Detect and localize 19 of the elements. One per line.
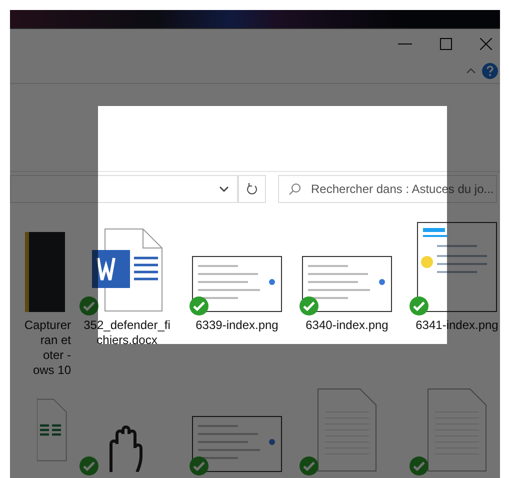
file-name: 6340-index.png (306, 318, 388, 333)
help-icon[interactable] (482, 62, 498, 78)
text-file-icon (427, 388, 487, 472)
file-name: 6339-index.png (196, 318, 278, 333)
text-file-icon (317, 388, 377, 472)
refresh-button[interactable] (238, 175, 266, 203)
search-icon (289, 183, 301, 195)
refresh-icon (246, 183, 258, 195)
file-name: Capturer (24, 318, 71, 333)
close-icon[interactable] (480, 38, 492, 50)
file-name: ows 10 (32, 363, 71, 378)
file-name: oter - (42, 348, 71, 363)
chevron-down-icon[interactable] (219, 186, 229, 192)
chevron-up-icon[interactable] (466, 68, 476, 74)
maximize-icon[interactable] (440, 38, 452, 50)
word-document-icon (91, 228, 163, 312)
file-name: ran et (40, 333, 71, 348)
address-field[interactable] (10, 175, 238, 203)
minimize-icon[interactable] (398, 42, 412, 44)
